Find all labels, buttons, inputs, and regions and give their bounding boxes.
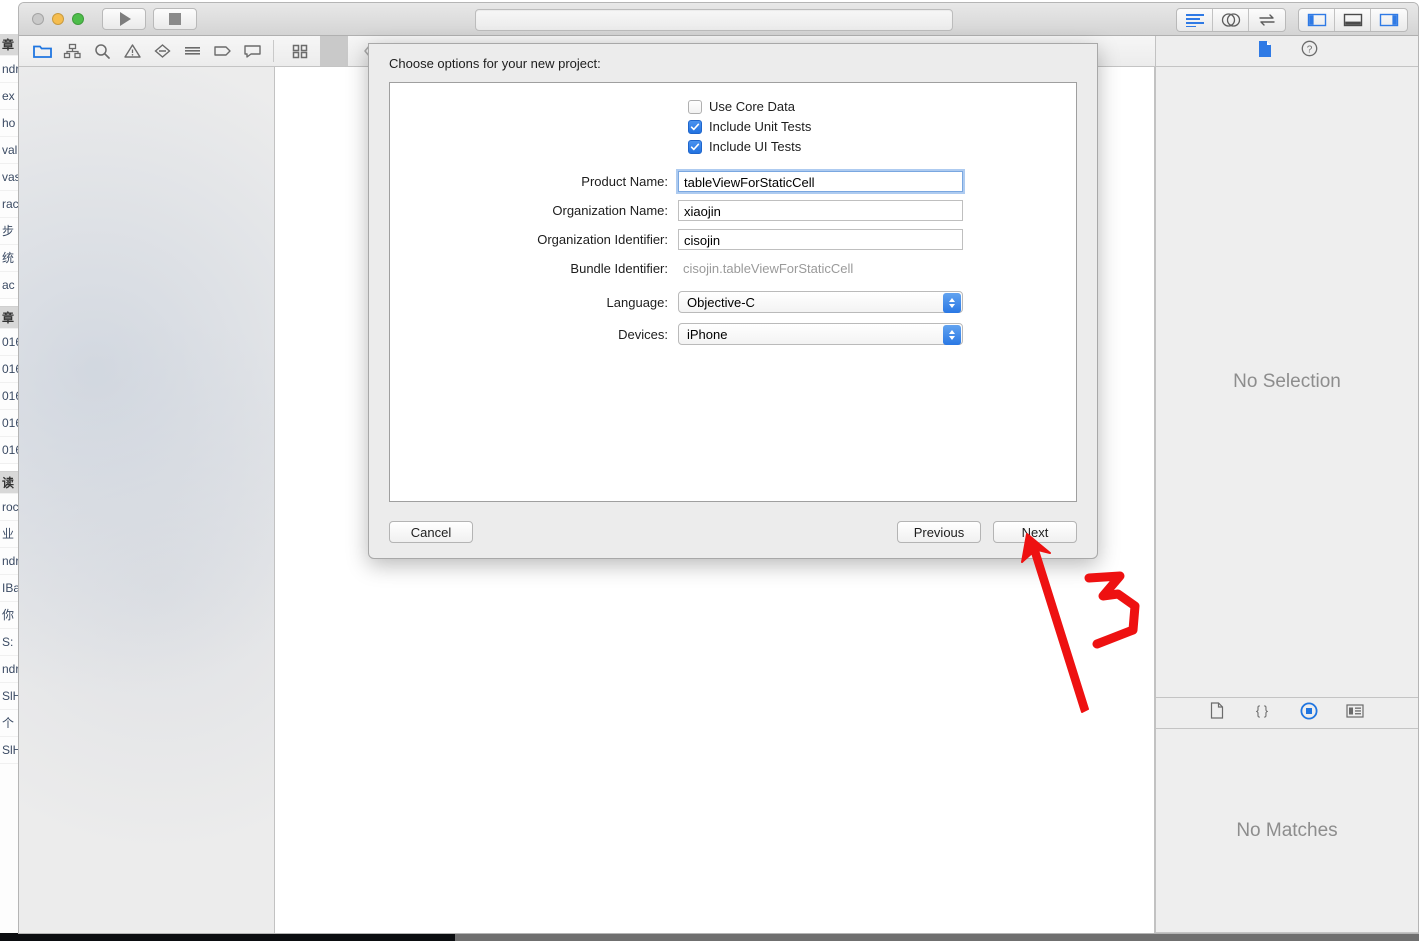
object-library-icon[interactable]	[1300, 702, 1318, 725]
project-options-form: Product Name: tableViewForStaticCell Organ…	[390, 171, 1076, 355]
chevron-updown-icon[interactable]	[943, 293, 961, 313]
checkbox-label: Use Core Data	[709, 99, 795, 114]
project-navigator-icon[interactable]	[27, 36, 57, 66]
checkbox-checked-icon[interactable]	[688, 139, 702, 154]
debug-area-toggle-icon[interactable]	[1335, 9, 1371, 31]
jump-bar-divider	[320, 36, 348, 66]
titlebar-right-controls	[1176, 8, 1408, 32]
file-inspector-icon[interactable]	[1257, 40, 1273, 63]
sheet-footer: Cancel Previous Next	[389, 520, 1077, 544]
form-text-input[interactable]: xiaojin	[678, 200, 963, 221]
editor-mode-segmented	[1176, 8, 1286, 32]
library-filter-bar: Filter	[1156, 933, 1418, 934]
form-label: Language:	[606, 294, 668, 310]
form-label: Organization Identifier:	[537, 232, 668, 247]
form-label: Devices:	[618, 326, 668, 342]
toolbar-divider	[273, 40, 274, 62]
run-stop-group	[102, 8, 197, 30]
screen: 章 ndr ex ho val vas rac 步统 ac 章 016 016 016 016 016 读 ro…	[0, 0, 1419, 941]
sheet-body: Product Name: tableViewForStaticCell Organ…	[389, 82, 1077, 502]
checkbox-row[interactable]: Use Core Data	[688, 99, 1076, 114]
find-navigator-icon[interactable]	[87, 36, 117, 66]
inspector-content: No Selection	[1156, 67, 1418, 698]
svg-text:{ }: { }	[1256, 703, 1269, 718]
form-text-input[interactable]: cisojin	[678, 229, 963, 250]
new-project-options-sheet: Choose options for your new project: Pro…	[368, 43, 1098, 559]
form-label: Organization Name:	[552, 203, 668, 218]
stop-button[interactable]	[153, 8, 197, 30]
navigator-tab-icons	[19, 36, 267, 66]
inspector-placeholder: No Selection	[1233, 371, 1341, 392]
form-row: Language: Objective-C	[390, 291, 1076, 313]
test-navigator-icon[interactable]	[147, 36, 177, 66]
stop-icon	[169, 13, 181, 25]
chevron-updown-icon[interactable]	[943, 325, 961, 345]
zoom-button[interactable]	[72, 13, 84, 25]
library-placeholder: No Matches	[1236, 819, 1338, 841]
form-row: Product Name: tableViewForStaticCell	[390, 171, 1076, 192]
form-row: Organization Name: xiaojin	[390, 200, 1076, 221]
form-label: Product Name:	[581, 174, 668, 189]
form-select[interactable]: Objective-C	[678, 291, 963, 313]
status-bar	[475, 9, 953, 31]
code-snippet-library-icon[interactable]: { }	[1252, 702, 1272, 724]
form-select-value: iPhone	[687, 327, 728, 342]
related-items-icon[interactable]	[286, 36, 314, 66]
desktop-bottom-gray-strip	[455, 933, 1419, 941]
library-tabs: { }	[1156, 698, 1418, 729]
desktop-bottom-dark-strip	[0, 933, 455, 941]
quick-help-icon[interactable]: ?	[1301, 40, 1318, 62]
media-library-icon[interactable]	[1346, 703, 1364, 723]
checkbox-row[interactable]: Include Unit Tests	[688, 119, 1076, 134]
utilities-pane: ? No Selection { } No Matches	[1155, 36, 1418, 933]
library-content: No Matches	[1156, 729, 1418, 933]
navigator-toggle-icon[interactable]	[1299, 9, 1335, 31]
breakpoint-navigator-icon[interactable]	[207, 36, 237, 66]
sheet-title: Choose options for your new project:	[389, 56, 601, 71]
checkbox-checked-icon[interactable]	[688, 119, 702, 134]
version-editor-icon[interactable]	[1249, 9, 1285, 31]
issue-navigator-icon[interactable]	[117, 36, 147, 66]
form-row: Bundle Identifier: cisojin.tableViewForSt…	[390, 258, 1076, 279]
checkbox-unchecked-icon[interactable]	[688, 99, 702, 114]
navigator-pane-content	[19, 67, 274, 933]
form-select[interactable]: iPhone	[678, 323, 963, 345]
bundle-identifier-value: cisojin.tableViewForStaticCell	[683, 261, 854, 276]
run-button[interactable]	[102, 8, 146, 30]
next-button[interactable]: Next	[993, 521, 1077, 543]
checkbox-row[interactable]: Include UI Tests	[688, 139, 1076, 154]
assistant-editor-icon[interactable]	[1213, 9, 1249, 31]
play-icon	[120, 12, 131, 26]
traffic-lights	[32, 13, 84, 25]
inspector-tabs: ?	[1156, 36, 1418, 67]
sheet-footer-right: Previous Next	[897, 521, 1077, 543]
form-label: Bundle Identifier:	[570, 261, 668, 276]
previous-button[interactable]: Previous	[897, 521, 981, 543]
form-row: Organization Identifier: cisojin	[390, 229, 1076, 250]
view-toggles-segmented	[1298, 8, 1408, 32]
close-button[interactable]	[32, 13, 44, 25]
xcode-window: ? No Selection { } No Matches Choose opt…	[18, 2, 1419, 934]
minimize-button[interactable]	[52, 13, 64, 25]
cancel-button[interactable]: Cancel	[389, 521, 473, 543]
form-row: Devices: iPhone	[390, 323, 1076, 345]
checkbox-label: Include UI Tests	[709, 139, 802, 154]
file-template-library-icon[interactable]	[1210, 702, 1224, 724]
report-navigator-icon[interactable]	[237, 36, 267, 66]
form-select-value: Objective-C	[687, 295, 755, 310]
svg-text:?: ?	[1306, 44, 1312, 55]
form-text-input[interactable]: tableViewForStaticCell	[678, 171, 963, 192]
utilities-toggle-icon[interactable]	[1371, 9, 1407, 31]
project-options-checkboxes: Use Core Data Include Unit Tests Include U…	[688, 99, 1076, 154]
checkbox-label: Include Unit Tests	[709, 119, 812, 134]
symbol-navigator-icon[interactable]	[57, 36, 87, 66]
titlebar	[19, 3, 1418, 36]
standard-editor-icon[interactable]	[1177, 9, 1213, 31]
debug-navigator-icon[interactable]	[177, 36, 207, 66]
navigator-pane[interactable]	[19, 67, 275, 933]
